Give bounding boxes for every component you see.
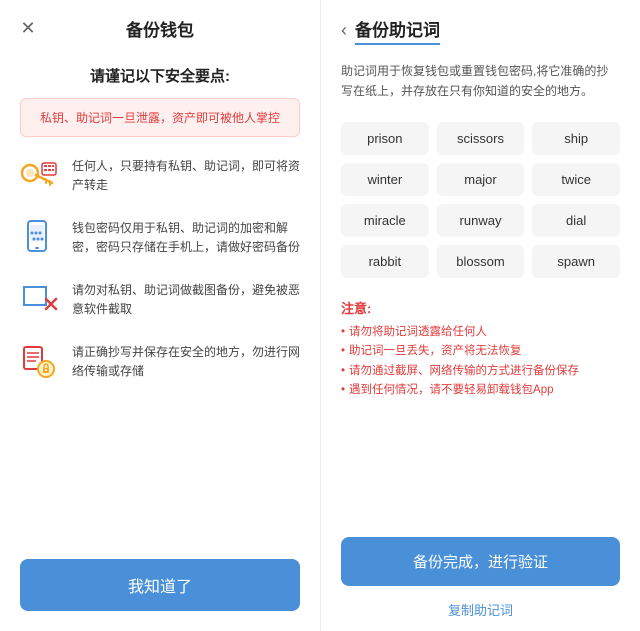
i-understand-button[interactable]: 我知道了 <box>20 559 300 611</box>
left-header: ✕ 备份钱包 <box>0 0 320 57</box>
word-chip-2: scissors <box>437 122 525 155</box>
word-chip-1: prison <box>341 122 429 155</box>
notice-item-1: 请勿将助记词透露给任何人 <box>341 323 620 343</box>
tip-item-screenshot: 请勿对私钥、助记词做截图备份，避免被恶意软件截取 <box>16 277 304 321</box>
right-header: ‹ 备份助记词 <box>321 0 640 61</box>
left-footer: 我知道了 <box>0 545 320 631</box>
phone-lock-icon <box>16 215 60 259</box>
word-chip-8: runway <box>437 204 525 237</box>
tip-text-copy: 请正确抄写并保存在安全的地方，勿进行网络传输或存储 <box>72 339 304 381</box>
word-chip-10: rabbit <box>341 245 429 278</box>
right-panel: ‹ 备份助记词 助记词用于恢复钱包或重置钱包密码,将它准确的抄写在纸上，并存放在… <box>320 0 640 631</box>
copy-safe-icon <box>16 339 60 383</box>
tip-item-copy: 请正确抄写并保存在安全的地方，勿进行网络传输或存储 <box>16 339 304 383</box>
notice-section: 注意: 请勿将助记词透露给任何人 助记词一旦丢失，资产将无法恢复 请勿通过截屏、… <box>321 290 640 413</box>
left-title: 备份钱包 <box>126 16 194 41</box>
close-button[interactable]: ✕ <box>16 17 40 41</box>
word-chip-9: dial <box>532 204 620 237</box>
word-chip-11: blossom <box>437 245 525 278</box>
word-chip-6: twice <box>532 163 620 196</box>
right-footer: 备份完成，进行验证 复制助记词 <box>321 527 640 631</box>
tip-item-key: 任何人，只要持有私钥、助记词，即可将资产转走 <box>16 153 304 197</box>
word-chip-12: spawn <box>532 245 620 278</box>
left-subtitle: 请谨记以下安全要点: <box>0 57 320 98</box>
warning-banner: 私钥、助记词一旦泄露，资产即可被他人掌控 <box>20 98 300 137</box>
notice-item-2: 助记词一旦丢失，资产将无法恢复 <box>341 342 620 362</box>
word-chip-4: winter <box>341 163 429 196</box>
back-button[interactable]: ‹ <box>341 20 347 41</box>
tip-list: 任何人，只要持有私钥、助记词，即可将资产转走 钱包密码仅用于私钥、助记词的加密和… <box>0 153 320 545</box>
word-grid: prison scissors ship winter major twice … <box>321 114 640 290</box>
tip-text-screenshot: 请勿对私钥、助记词做截图备份，避免被恶意软件截取 <box>72 277 304 319</box>
tip-text-key: 任何人，只要持有私钥、助记词，即可将资产转走 <box>72 153 304 195</box>
word-chip-3: ship <box>532 122 620 155</box>
confirm-backup-button[interactable]: 备份完成，进行验证 <box>341 537 620 586</box>
notice-item-4: 遇到任何情况，请不要轻易卸载钱包App <box>341 381 620 401</box>
tip-item-password: 钱包密码仅用于私钥、助记词的加密和解密，密码只存储在手机上，请做好密码备份 <box>16 215 304 259</box>
word-chip-7: miracle <box>341 204 429 237</box>
copy-mnemonic-link[interactable]: 复制助记词 <box>341 596 620 623</box>
notice-item-3: 请勿通过截屏、网络传输的方式进行备份保存 <box>341 362 620 382</box>
tip-text-password: 钱包密码仅用于私钥、助记词的加密和解密，密码只存储在手机上，请做好密码备份 <box>72 215 304 257</box>
screenshot-x-icon <box>16 277 60 321</box>
word-chip-5: major <box>437 163 525 196</box>
key-calc-icon <box>16 153 60 197</box>
notice-title: 注意: <box>341 298 620 317</box>
right-title: 备份助记词 <box>355 16 440 45</box>
right-description: 助记词用于恢复钱包或重置钱包密码,将它准确的抄写在纸上，并存放在只有你知道的安全… <box>321 61 640 114</box>
left-panel: ✕ 备份钱包 请谨记以下安全要点: 私钥、助记词一旦泄露，资产即可被他人掌控 <box>0 0 320 631</box>
